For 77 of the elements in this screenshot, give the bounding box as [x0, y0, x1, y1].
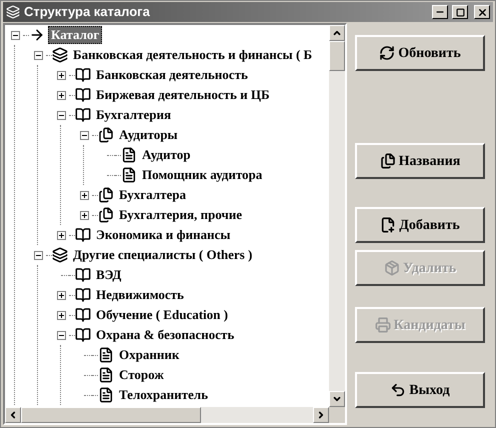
expand-toggle[interactable] — [56, 290, 66, 300]
expand-toggle[interactable] — [56, 310, 66, 320]
expand-toggle[interactable] — [80, 210, 88, 220]
tree-item[interactable]: Каталог — [48, 26, 102, 44]
scroll-right-icon — [316, 410, 326, 420]
vertical-scrollbar[interactable] — [329, 25, 345, 407]
stack-icon — [52, 47, 68, 63]
arrow-icon — [29, 27, 45, 43]
expand-toggle[interactable] — [56, 70, 66, 80]
collapse-toggle[interactable] — [34, 50, 42, 60]
tree-item[interactable]: Банковская деятельность — [94, 67, 250, 83]
document-icon — [98, 367, 114, 383]
tree-item[interactable]: Обучение ( Education ) — [94, 307, 230, 323]
tree-item[interactable]: Экономика и финансы — [94, 227, 232, 243]
scroll-thumb[interactable] — [21, 407, 201, 423]
scroll-thumb[interactable] — [329, 41, 345, 71]
action-button[interactable]: Добавить — [355, 207, 485, 243]
tree-item[interactable]: Другие специалисты ( Others ) — [71, 247, 254, 263]
expand-toggle[interactable] — [80, 190, 88, 200]
tree-item[interactable]: Биржевая деятельность и ЦБ — [94, 87, 272, 103]
tree-item[interactable]: Банковская деятельность и финансы ( Б — [71, 47, 314, 63]
maximize-button[interactable] — [452, 5, 468, 19]
book-icon — [75, 227, 91, 243]
tree-item[interactable]: Недвижимость — [94, 287, 186, 303]
horizontal-scrollbar[interactable] — [5, 407, 329, 423]
scroll-up-icon — [332, 28, 342, 38]
tree-item[interactable]: Аудиторы — [117, 127, 180, 143]
book-icon — [75, 287, 91, 303]
collapse-toggle[interactable] — [10, 30, 20, 40]
expand-toggle[interactable] — [56, 230, 66, 240]
return-arrow-icon — [390, 382, 406, 398]
expand-toggle[interactable] — [56, 90, 66, 100]
collapse-toggle[interactable] — [56, 110, 66, 120]
tree-item[interactable]: ВЭД — [94, 267, 124, 283]
documents-icon — [98, 127, 114, 143]
tree-item[interactable]: Сторож — [117, 367, 166, 383]
documents-icon — [98, 187, 114, 203]
document-icon — [121, 167, 137, 183]
add-document-icon — [380, 217, 396, 233]
printer-icon — [374, 317, 391, 333]
refresh-icon — [379, 45, 396, 61]
tree-item[interactable]: Бухгалтерия, прочие — [117, 207, 244, 223]
documents-icon — [380, 153, 396, 169]
tree-item[interactable]: Аудитор — [140, 147, 192, 163]
collapse-toggle[interactable] — [34, 250, 42, 260]
tree-item[interactable]: Помощник аудитора — [140, 167, 264, 183]
app-icon — [6, 5, 20, 19]
tree-item[interactable]: Телохранитель — [117, 387, 210, 403]
tree-item[interactable]: Бухгалтера — [117, 187, 188, 203]
scroll-left-icon — [8, 410, 18, 420]
action-button[interactable]: Названия — [355, 143, 485, 179]
tree-item[interactable]: Охрана & безопасность — [94, 327, 236, 343]
book-icon — [75, 107, 91, 123]
book-icon — [75, 67, 91, 83]
scrollbar-corner — [329, 407, 345, 423]
scroll-down-icon — [332, 394, 342, 404]
action-button[interactable]: Выход — [355, 372, 485, 408]
documents-icon — [98, 207, 114, 223]
collapse-toggle[interactable] — [80, 130, 88, 140]
document-icon — [98, 347, 114, 363]
document-icon — [121, 147, 137, 163]
box-icon — [384, 260, 400, 276]
close-icon — [476, 6, 488, 18]
window-title: Структура каталога — [24, 3, 151, 22]
book-icon — [75, 87, 91, 103]
collapse-toggle[interactable] — [56, 330, 66, 340]
close-button[interactable] — [474, 5, 490, 19]
minimize-button[interactable] — [432, 5, 448, 19]
book-icon — [75, 327, 91, 343]
book-icon — [75, 307, 91, 323]
maximize-icon — [456, 8, 464, 16]
tree-item[interactable]: Охранник — [117, 347, 182, 363]
stack-icon — [52, 247, 68, 263]
book-icon — [75, 267, 91, 283]
tree-item[interactable]: Бухгалтерия — [94, 107, 173, 123]
action-button[interactable]: Обновить — [355, 35, 485, 71]
document-icon — [98, 387, 114, 403]
